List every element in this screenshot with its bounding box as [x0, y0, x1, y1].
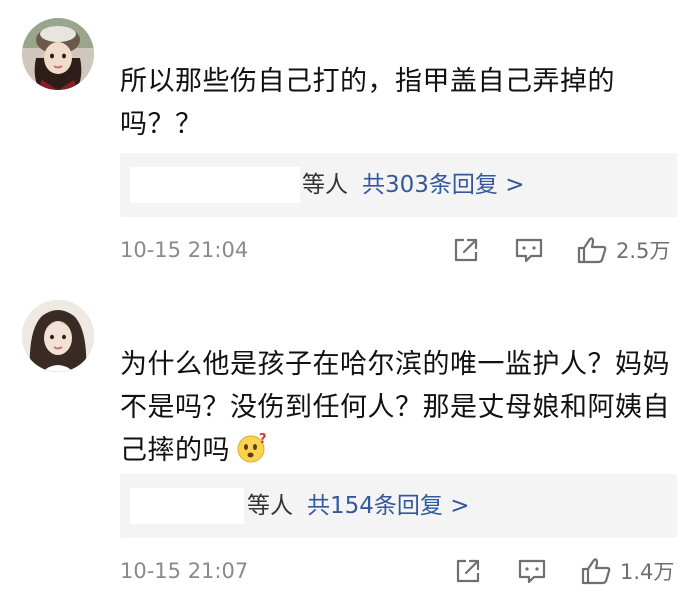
avatar[interactable]: [22, 18, 94, 90]
comment-text: 所以那些伤自己打的，指甲盖自己弄掉的吗？？: [120, 66, 615, 140]
like-count: 1.4万: [620, 560, 675, 584]
comment-meta: 10-15 21:07 1.4万: [120, 555, 680, 587]
redacted-usernames: [130, 167, 300, 203]
avatar-image: [22, 300, 94, 372]
comment-icon: [518, 559, 546, 584]
thumbs-up-icon: [581, 558, 611, 585]
redacted-usernames: [130, 488, 244, 524]
comment-button[interactable]: [514, 234, 544, 266]
replies-preview[interactable]: 等人 共303条回复 >: [120, 153, 677, 217]
svg-text:?: ?: [259, 432, 267, 447]
avatar-image: [22, 18, 94, 90]
replies-others-label: 等人: [302, 172, 348, 198]
comment-timestamp: 10-15 21:07: [120, 559, 249, 583]
replies-preview[interactable]: 等人 共154条回复 >: [120, 474, 677, 538]
replies-others-label: 等人: [247, 493, 293, 519]
share-icon: [456, 559, 480, 583]
share-icon: [454, 238, 478, 262]
share-button[interactable]: [454, 555, 482, 587]
comment-text: 为什么他是孩子在哈尔滨的唯一监护人？妈妈不是吗？没伤到任何人？那是丈母娘和阿姨自…: [120, 349, 670, 466]
thumbs-up-icon: [577, 237, 607, 264]
comment-button[interactable]: [517, 555, 547, 587]
avatar[interactable]: [22, 300, 94, 372]
share-button[interactable]: [452, 234, 480, 266]
comment-timestamp: 10-15 21:04: [120, 238, 249, 262]
comment-meta: 10-15 21:04 2.5万: [120, 234, 680, 266]
like-button[interactable]: 2.5万: [576, 234, 670, 266]
confused-face-emoji: ?: [237, 432, 267, 463]
like-count: 2.5万: [616, 239, 671, 263]
view-replies-link[interactable]: 共154条回复 >: [307, 493, 469, 519]
comment-icon: [515, 238, 543, 263]
view-replies-link[interactable]: 共303条回复 >: [362, 172, 524, 198]
like-button[interactable]: 1.4万: [580, 555, 674, 587]
